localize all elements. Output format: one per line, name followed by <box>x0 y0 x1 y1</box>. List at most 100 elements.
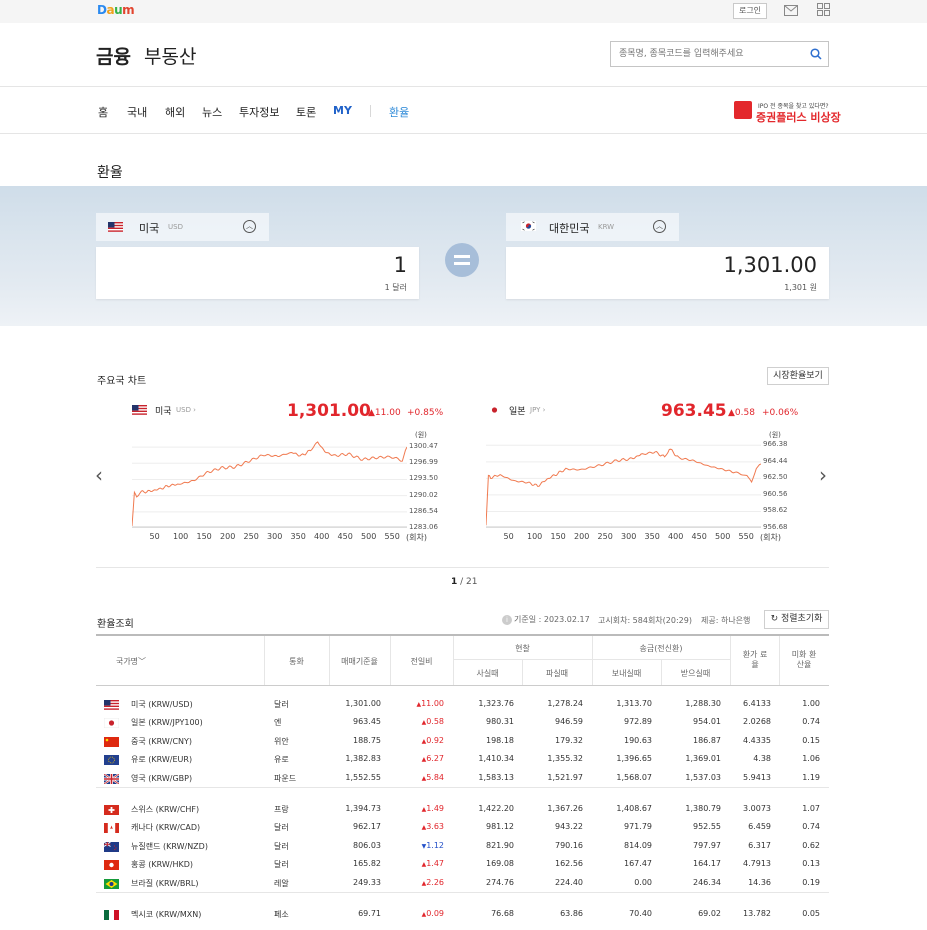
chevron-up-icon[interactable]: ︿ <box>243 220 256 233</box>
to-currency-selector[interactable]: 대한민국 KRW ︿ <box>506 213 679 241</box>
chart-usd-code: USD › <box>176 406 196 414</box>
nav-domestic[interactable]: 국내 <box>127 104 147 120</box>
app-grid-icon[interactable] <box>817 3 830 16</box>
cell-country[interactable]: 뉴질랜드 (KRW/NZD) <box>131 841 208 852</box>
th-change[interactable]: 전일비 <box>390 656 453 667</box>
cell-country[interactable]: 중국 (KRW/CNY) <box>131 736 192 747</box>
login-button[interactable]: 로그인 <box>733 3 767 19</box>
th-wire-send[interactable]: 보내실때 <box>592 668 661 679</box>
cell-change: ▼1.12 <box>422 841 444 850</box>
divider <box>96 567 829 568</box>
y-tick-label: 1286.54 <box>409 506 438 515</box>
nav-invest-info[interactable]: 투자정보 <box>239 104 279 120</box>
search-icon[interactable] <box>810 48 822 60</box>
cell-country[interactable]: 스위스 (KRW/CHF) <box>131 804 199 815</box>
brand-finance[interactable]: 금융 <box>96 42 131 69</box>
pager-total: / 21 <box>460 577 478 587</box>
chart-usd-price: 1,301.00 <box>287 401 371 421</box>
cell-country[interactable]: 홍콩 (KRW/HKD) <box>131 859 193 870</box>
charts-section-title: 주요국 차트 <box>97 376 147 387</box>
th-rate[interactable]: 환가 료율 <box>742 650 768 670</box>
nav-home[interactable]: 홈 <box>98 104 108 120</box>
cell-country[interactable]: 일본 (KRW/JPY100) <box>131 717 203 728</box>
market-rate-button[interactable]: 시장환율보기 <box>767 367 829 385</box>
chart-usd-title[interactable]: 미국 <box>155 404 172 417</box>
cell-rate: 3.0073 <box>743 804 771 813</box>
nav-discussion[interactable]: 토론 <box>296 104 316 120</box>
x-tick-label: 150 <box>196 532 212 541</box>
cell-usd-rate: 0.62 <box>802 840 820 850</box>
th-base-rate[interactable]: 매매기준율 <box>329 656 390 667</box>
cell-base-rate: 806.03 <box>353 840 381 850</box>
nav-my[interactable]: MY <box>333 104 352 117</box>
y-tick-label: 1300.47 <box>409 442 438 451</box>
y-tick-label: 966.38 <box>763 440 788 449</box>
from-currency-selector[interactable]: 미국 USD ︿ <box>96 213 269 241</box>
cell-currency: 달러 <box>274 860 289 870</box>
th-cash-sell[interactable]: 파실때 <box>522 668 592 679</box>
cell-usd-rate: 0.74 <box>802 717 820 727</box>
cell-currency: 엔 <box>274 718 282 728</box>
mail-icon[interactable] <box>784 5 798 16</box>
from-amount-box[interactable]: 1 1 달러 <box>96 247 419 299</box>
cell-country[interactable]: 캐나다 (KRW/CAD) <box>131 822 200 833</box>
info-icon[interactable]: i <box>502 615 512 625</box>
reset-sort-button[interactable]: ↻ 정렬초기화 <box>764 610 829 629</box>
cell-country[interactable]: 미국 (KRW/USD) <box>131 699 193 710</box>
cell-usd-rate: 0.74 <box>802 822 820 832</box>
cell-country[interactable]: 브라질 (KRW/BRL) <box>131 878 198 889</box>
nav-overseas[interactable]: 해외 <box>165 104 185 120</box>
cell-country[interactable]: 영국 (KRW/GBP) <box>131 773 192 784</box>
th-cash-buy[interactable]: 사실때 <box>453 668 522 679</box>
brand-realestate[interactable]: 부동산 <box>144 42 196 69</box>
change-value: 3.63 <box>426 822 444 832</box>
to-amount-box[interactable]: 1,301.00 1,301 원 <box>506 247 829 299</box>
cell-base-rate: 188.75 <box>353 735 381 745</box>
table-provider: 제공: 하나은행 <box>701 616 751 625</box>
header-sep <box>730 636 731 685</box>
change-value: 1.12 <box>426 840 444 850</box>
nav-exchange[interactable]: 환율 <box>389 104 409 120</box>
next-chart-arrow-icon[interactable]: › <box>819 463 827 487</box>
cell-rate: 5.9413 <box>743 772 771 782</box>
cell-base-rate: 1,394.73 <box>345 804 381 813</box>
cell-change: ▲0.92 <box>422 736 444 745</box>
reset-sort-label: 정렬초기화 <box>781 614 823 624</box>
to-amount-value[interactable]: 1,301.00 <box>723 253 817 277</box>
mx-flag-icon <box>104 910 119 920</box>
chart-jpy-price: 963.45 <box>661 401 727 421</box>
from-currency-code: USD <box>168 223 183 231</box>
cell-base-rate: 165.82 <box>353 859 381 869</box>
chart-usd-xunit: (회차) <box>406 533 427 542</box>
from-amount-value[interactable]: 1 <box>394 253 407 277</box>
cell-country[interactable]: 유로 (KRW/EUR) <box>131 754 192 765</box>
th-country[interactable]: 국가명﹀ <box>96 656 166 667</box>
y-tick-label: 1283.06 <box>409 523 438 531</box>
x-tick-label: 450 <box>337 532 353 541</box>
x-tick-label: 200 <box>220 532 236 541</box>
search-input[interactable] <box>611 42 801 66</box>
prev-chart-arrow-icon[interactable]: ‹ <box>95 463 103 487</box>
cell-rate: 14.36 <box>748 877 771 887</box>
x-tick-label: 350 <box>290 532 306 541</box>
daum-logo[interactable]: Daum <box>97 3 135 17</box>
nav-news[interactable]: 뉴스 <box>202 104 222 120</box>
cell-wire-send: 1,408.67 <box>616 804 652 813</box>
cell-cash-buy: 1,323.76 <box>478 699 514 708</box>
y-tick-label: 1293.50 <box>409 474 438 483</box>
cell-rate: 6.459 <box>748 822 771 832</box>
cell-base-rate: 1,382.83 <box>345 754 381 764</box>
table-base-date: 기준일 : 2023.02.17 <box>514 615 590 624</box>
series-line <box>132 441 407 527</box>
chart-jpy-title[interactable]: 일본 <box>509 404 526 417</box>
cell-cash-sell: 1,278.24 <box>547 699 583 708</box>
cell-country[interactable]: 멕시코 (KRW/MXN) <box>131 909 201 920</box>
stock-plus-icon <box>734 101 752 119</box>
x-tick-label: 550 <box>384 532 400 541</box>
to-currency-name: 대한민국 <box>549 222 590 235</box>
cell-wire-recv: 164.17 <box>693 859 721 869</box>
chevron-up-icon[interactable]: ︿ <box>653 220 666 233</box>
th-usd-rate[interactable]: 미화 환산율 <box>791 650 817 670</box>
group-divider <box>96 892 829 893</box>
th-wire-recv[interactable]: 받으실때 <box>661 668 730 679</box>
